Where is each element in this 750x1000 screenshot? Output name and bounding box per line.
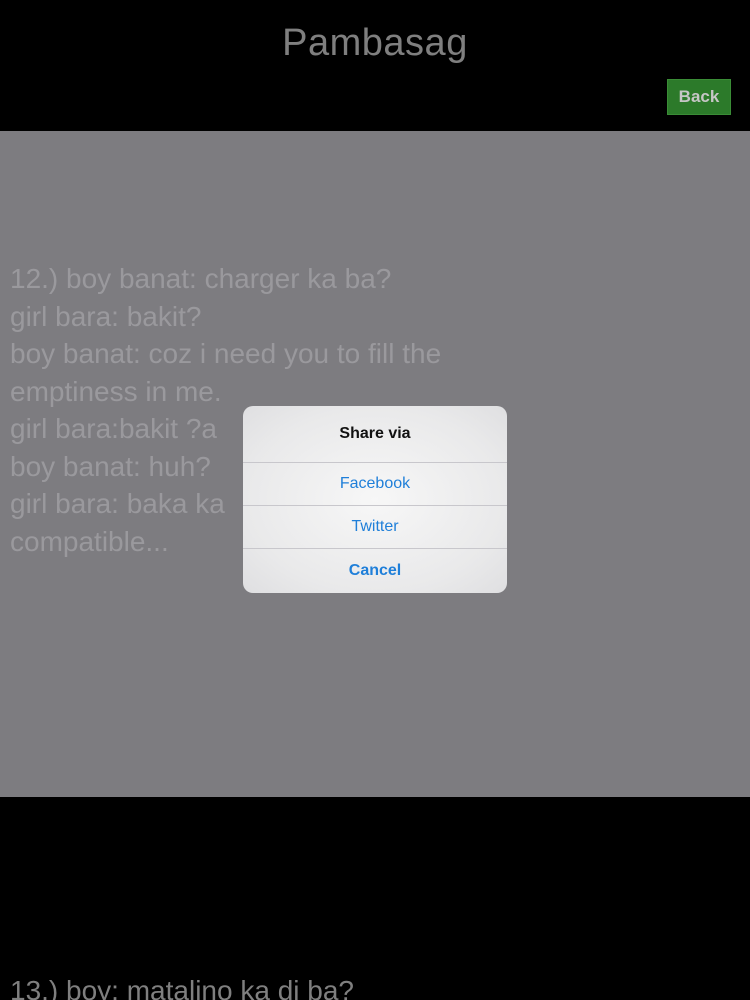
share-twitter-button[interactable]: Twitter: [243, 506, 507, 549]
share-dialog-title: Share via: [243, 406, 507, 463]
next-joke-text: 13.) boy: matalino ka di ba?: [10, 975, 354, 1000]
app-screen: Pambasag Back 12.) boy banat: charger ka…: [0, 0, 750, 1000]
share-facebook-button[interactable]: Facebook: [243, 463, 507, 506]
share-dialog: Share via Facebook Twitter Cancel: [243, 406, 507, 593]
cancel-button[interactable]: Cancel: [243, 549, 507, 592]
page-title: Pambasag: [282, 22, 468, 64]
back-button[interactable]: Back: [667, 79, 731, 115]
